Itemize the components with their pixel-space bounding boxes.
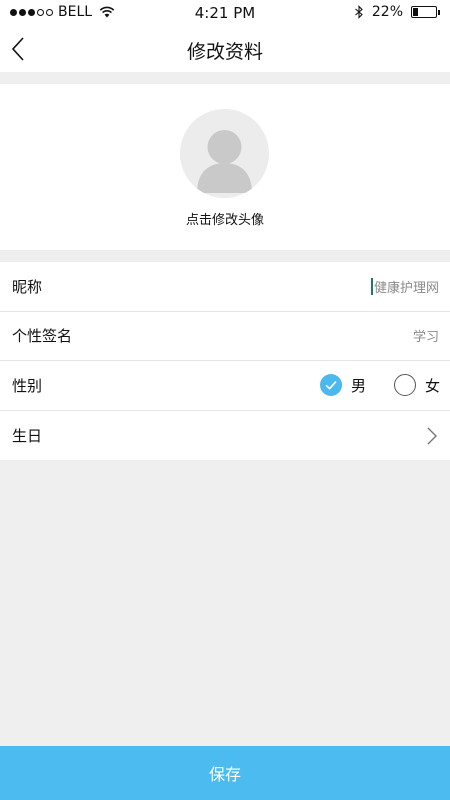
nickname-field[interactable]: 健康护理网 <box>370 262 439 311</box>
text-cursor <box>370 277 373 295</box>
birthday-label: 生日 <box>12 426 43 445</box>
edit-profile-screen: BELL 4:21 PM 22% 修改资料 点击修改头像 昵称 健康护理网 个性… <box>0 0 450 800</box>
status-bar-right: 22% <box>354 4 440 20</box>
signature-field[interactable]: 学习 <box>413 312 439 361</box>
status-bar: BELL 4:21 PM 22% <box>0 0 450 26</box>
avatar-section: 点击修改头像 <box>0 84 450 250</box>
nickname-value: 健康护理网 <box>373 280 439 296</box>
avatar[interactable] <box>180 109 269 198</box>
change-avatar-label[interactable]: 点击修改头像 <box>0 209 450 228</box>
nickname-label: 昵称 <box>12 277 43 296</box>
signature-row[interactable]: 个性签名 学习 <box>0 312 450 361</box>
nickname-row[interactable]: 昵称 健康护理网 <box>0 262 450 312</box>
battery-level <box>413 8 418 16</box>
gender-option-female[interactable]: 女 <box>393 374 440 397</box>
page-title: 修改资料 <box>186 41 263 63</box>
gender-row: 性别 男 女 <box>0 361 450 411</box>
birthday-row[interactable]: 生日 <box>0 411 450 461</box>
radio-checked-icon[interactable] <box>319 374 342 397</box>
gender-label: 性别 <box>12 376 43 395</box>
gender-radio-group: 男 女 <box>319 361 440 410</box>
bluetooth-icon <box>355 5 363 19</box>
navigation-bar: 修改资料 <box>0 26 450 72</box>
gender-option-male[interactable]: 男 <box>319 374 366 397</box>
signature-label: 个性签名 <box>12 327 73 346</box>
save-button[interactable]: 保存 <box>0 746 450 800</box>
radio-unchecked-icon[interactable] <box>393 374 416 397</box>
battery-icon <box>411 6 440 18</box>
chevron-right-icon <box>427 427 437 444</box>
checkmark-icon <box>325 381 337 390</box>
battery-tip <box>438 9 440 15</box>
battery-body <box>411 6 437 18</box>
gender-female-label: 女 <box>424 376 440 395</box>
gender-male-label: 男 <box>350 376 366 395</box>
default-avatar-icon <box>180 109 269 198</box>
battery-percent: 22% <box>371 4 403 20</box>
signature-value: 学习 <box>412 330 439 346</box>
profile-form: 昵称 健康护理网 个性签名 学习 性别 男 女 生日 <box>0 262 450 460</box>
